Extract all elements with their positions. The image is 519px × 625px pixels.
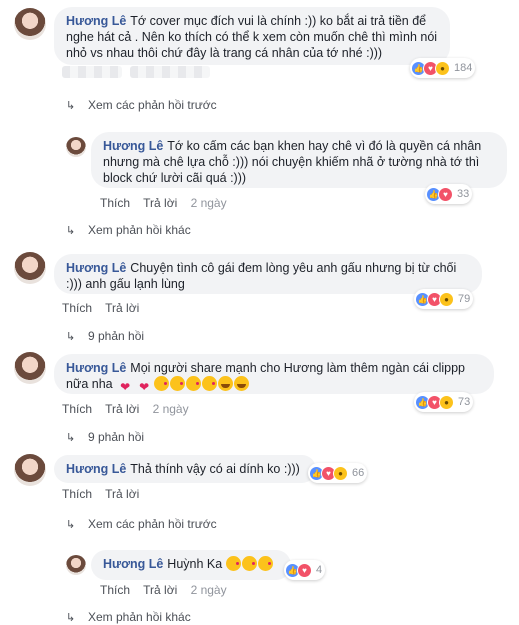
kiss-emoji-icon [170, 376, 186, 391]
kiss-emoji-icon [241, 556, 257, 571]
kiss-emoji-icon [154, 376, 170, 391]
lips-emoji-icon: ❤ [120, 380, 131, 394]
comment-bubble: Hương Lê Huỳnh Ka [91, 550, 291, 580]
reaction-summary[interactable]: 👍 ♥ ● 79 [414, 289, 474, 309]
reaction-count: 184 [454, 62, 473, 74]
haha-reaction-icon: ● [333, 465, 348, 481]
nine-replies-link[interactable]: ↳ 9 phản hồi [66, 430, 144, 444]
reply-arrow-icon: ↳ [66, 330, 76, 343]
comment-timestamp[interactable]: 2 ngày [153, 402, 189, 416]
blurred-actions [62, 66, 122, 78]
comment-actions: Thích Trả lời 2 ngày [100, 196, 237, 210]
like-link[interactable]: Thích [62, 301, 92, 315]
reply-arrow-icon: ↳ [66, 518, 76, 531]
comment-bubble: Hương Lê Thả thính vậy có ai dính ko :))) [54, 455, 316, 483]
comment-actions: Thích Trả lời 2 ngày [62, 402, 199, 416]
reaction-summary[interactable]: 👍 ♥ ● 73 [414, 392, 474, 412]
nine-replies-link[interactable]: ↳ 9 phản hồi [66, 329, 144, 343]
comment-bubble: Hương Lê Tớ ko cấm các bạn khen hay chê v… [91, 132, 507, 188]
reply-link[interactable]: Trả lời [105, 301, 139, 315]
comment-author[interactable]: Hương Lê [103, 557, 163, 571]
comment-timestamp[interactable]: 2 ngày [191, 583, 227, 597]
reaction-count: 33 [457, 188, 470, 200]
avatar[interactable] [66, 137, 86, 157]
haha-reaction-icon: ● [435, 60, 450, 76]
avatar[interactable] [14, 252, 46, 284]
reply-arrow-icon: ↳ [66, 431, 76, 444]
comment-text: Huỳnh Ka [167, 557, 223, 571]
reaction-count: 73 [458, 396, 471, 408]
reply-arrow-icon: ↳ [66, 224, 76, 237]
like-link[interactable]: Thích [62, 487, 92, 501]
blurred-actions [130, 66, 210, 78]
reply-link[interactable]: Trả lời [143, 583, 177, 597]
kiss-emoji-icon [257, 556, 273, 571]
haha-reaction-icon: ● [439, 394, 454, 410]
reply-arrow-icon: ↳ [66, 99, 76, 112]
comment-actions: Thích Trả lời [62, 301, 149, 315]
reaction-summary[interactable]: 👍 ♥ ● 184 [410, 58, 476, 78]
view-other-replies-link[interactable]: ↳ Xem phản hồi khác [66, 610, 191, 624]
comment-timestamp[interactable]: 2 ngày [191, 196, 227, 210]
reply-link[interactable]: Trả lời [143, 196, 177, 210]
nine-replies-label: 9 phản hồi [88, 329, 145, 343]
reaction-count: 66 [352, 467, 365, 479]
reaction-summary[interactable]: 👍 ♥ 4 [284, 560, 326, 580]
grin-emoji-icon [234, 376, 250, 391]
view-other-replies-link[interactable]: ↳ Xem phản hồi khác [66, 223, 191, 237]
comment-author[interactable]: Hương Lê [66, 14, 126, 28]
comment-author[interactable]: Hương Lê [103, 139, 163, 153]
reply-link[interactable]: Trả lời [105, 402, 139, 416]
comment-actions: Thích Trả lời [62, 487, 149, 501]
grin-emoji-icon [218, 376, 234, 391]
reply-arrow-icon: ↳ [66, 611, 76, 624]
view-previous-replies-label: Xem các phản hồi trước [88, 517, 217, 531]
nine-replies-label: 9 phản hồi [88, 430, 145, 444]
like-link[interactable]: Thích [62, 402, 92, 416]
comment-bubble: Hương Lê Tớ cover mục đích vui là chính :… [54, 7, 450, 65]
comment-text: Thả thính vậy có ai dính ko :))) [130, 462, 300, 476]
comment-actions: Thích Trả lời 2 ngày [100, 583, 237, 597]
reaction-count: 4 [316, 564, 323, 576]
kiss-emoji-icon [202, 376, 218, 391]
like-link[interactable]: Thích [100, 196, 130, 210]
reply-link[interactable]: Trả lời [105, 487, 139, 501]
avatar[interactable] [66, 555, 86, 575]
kiss-emoji-icon [186, 376, 202, 391]
view-previous-replies-label: Xem các phản hồi trước [88, 98, 217, 112]
comment-bubble: Hương Lê Chuyện tình cô gái đem lòng yêu … [54, 254, 482, 294]
view-previous-replies-link[interactable]: ↳ Xem các phản hồi trước [66, 517, 217, 531]
avatar[interactable] [14, 454, 46, 486]
love-reaction-icon: ♥ [438, 186, 453, 202]
haha-reaction-icon: ● [439, 291, 454, 307]
reaction-summary[interactable]: 👍 ♥ ● 66 [308, 463, 368, 483]
love-reaction-icon: ♥ [297, 562, 312, 578]
kiss-emoji-icon [225, 556, 241, 571]
reaction-count: 79 [458, 293, 471, 305]
reaction-summary[interactable]: 👍 ♥ 33 [425, 184, 473, 204]
comment-author[interactable]: Hương Lê [66, 462, 126, 476]
comment-bubble: Hương Lê Mọi người share mạnh cho Hương l… [54, 354, 494, 394]
avatar[interactable] [14, 8, 46, 40]
comment-author[interactable]: Hương Lê [66, 261, 126, 275]
view-other-replies-label: Xem phản hồi khác [88, 223, 191, 237]
lips-emoji-icon: ❤ [139, 380, 150, 394]
view-previous-replies-link[interactable]: ↳ Xem các phản hồi trước [66, 98, 217, 112]
view-other-replies-label: Xem phản hồi khác [88, 610, 191, 624]
comment-author[interactable]: Hương Lê [66, 361, 126, 375]
avatar[interactable] [14, 352, 46, 384]
like-link[interactable]: Thích [100, 583, 130, 597]
